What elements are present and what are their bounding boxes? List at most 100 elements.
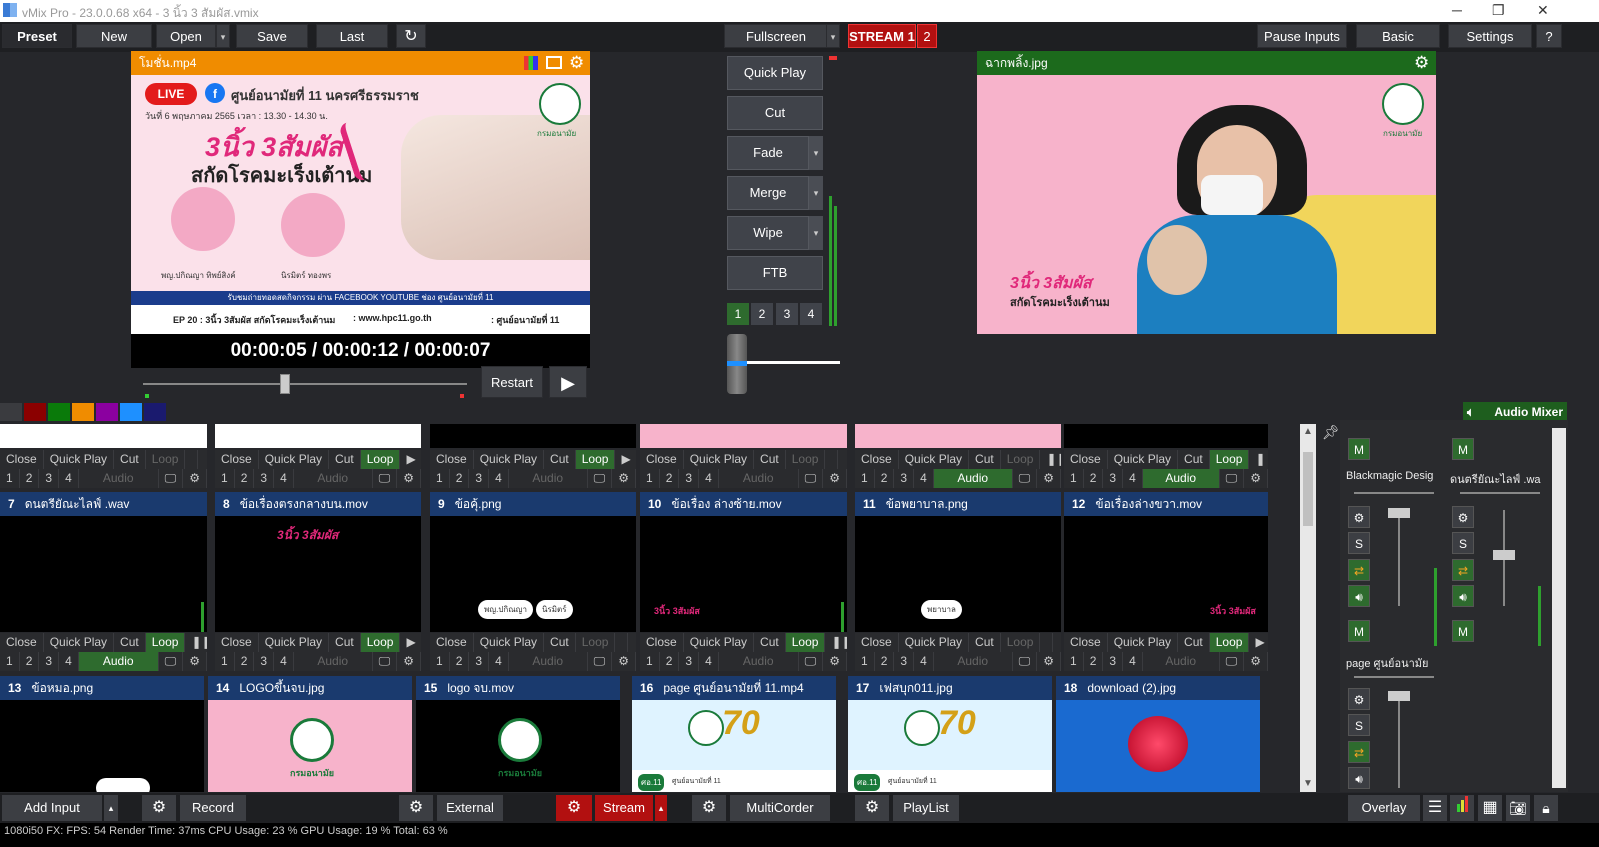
input-header[interactable]: 18 download (2).jpg <box>1056 676 1260 700</box>
overlay-1-button[interactable]: 1 <box>0 469 20 488</box>
overlay-3-button[interactable]: 3 <box>679 652 700 671</box>
overlay-4-button[interactable]: 4 <box>699 469 719 488</box>
overlay-1-button[interactable]: 1 <box>430 469 450 488</box>
audio-button[interactable]: Audio <box>294 469 373 488</box>
multicorder-settings-icon[interactable]: ⚙ <box>692 795 726 821</box>
ch1-bus-icon[interactable]: ⇄ <box>1348 559 1370 581</box>
overlay-3-button[interactable]: 3 <box>1103 469 1124 488</box>
audio-button[interactable]: Audio <box>933 469 1013 488</box>
input-header[interactable]: 15 logo จบ.mov <box>416 676 620 700</box>
pause-icon[interactable]: ❚❚ <box>1040 450 1061 469</box>
merge-dropdown-icon[interactable]: ▾ <box>809 176 823 210</box>
input-tile-12[interactable]: 12 ข้อเรื่องล่างขวา.mov 3นิ้ว 3สัมผัส Close… <box>1064 492 1268 672</box>
pause-icon[interactable]: ❚❚ <box>825 633 847 652</box>
cut-button[interactable]: Cut <box>754 450 786 469</box>
input-tile-8[interactable]: 8 ข้อเรื่องตรงกลางบน.mov 3นิ้ว 3สัมผัส Clos… <box>215 492 421 672</box>
pause-icon[interactable]: ❚❚ <box>185 633 207 652</box>
pause-inputs-button[interactable]: Pause Inputs <box>1257 24 1347 48</box>
transition-page-2[interactable]: 2 <box>751 303 773 325</box>
loop-button[interactable]: Loop <box>360 633 401 652</box>
cut-button[interactable]: Cut <box>1178 450 1210 469</box>
pin-icon[interactable]: 📌︎ <box>1322 424 1340 444</box>
monitor-icon[interactable]: 🖵︎ <box>159 652 184 671</box>
overlay-4-button[interactable]: 4 <box>59 469 79 488</box>
ch3-bus-icon[interactable]: ⇄ <box>1348 741 1370 763</box>
cut-button[interactable]: Cut <box>114 450 146 469</box>
close-button[interactable]: ✕ <box>1537 2 1549 19</box>
audio-mixer-tab[interactable]: 🔈︎ Audio Mixer <box>1463 402 1567 422</box>
close-button[interactable]: Close <box>640 633 684 652</box>
overlay-4-button[interactable]: 4 <box>59 652 79 671</box>
cut-button[interactable]: Cut <box>544 633 576 652</box>
ch1-fader-track[interactable] <box>1398 510 1400 606</box>
tile-gear-icon[interactable]: ⚙ <box>397 652 421 671</box>
stream-indicator-2[interactable]: 2 <box>917 24 937 48</box>
close-button[interactable]: Close <box>640 450 684 469</box>
input-tile-14[interactable]: 14 LOGOขึ้นจบ.jpg กรมอนามัย <box>208 676 412 792</box>
ch2-fader-handle[interactable] <box>1493 550 1515 560</box>
playlist-settings-icon[interactable]: ⚙ <box>855 795 889 821</box>
quick-play-button[interactable]: Quick Play <box>259 450 330 469</box>
quick-play-button[interactable]: Quick Play <box>684 633 755 652</box>
loop-button[interactable]: Loop <box>786 450 826 469</box>
input-tile-9[interactable]: 9 ข้อคุ้.png พญ.ปกิณญา นิรมิตร์ Close Quick P… <box>430 492 636 672</box>
preset-button[interactable]: Preset <box>2 24 72 48</box>
input-header[interactable]: 11 ข้อพยาบาล.png <box>855 492 1061 516</box>
monitor-icon[interactable]: 🖵︎ <box>1220 469 1245 488</box>
loop-button[interactable]: Loop <box>785 633 826 652</box>
grid-icon[interactable]: ▦ <box>1478 795 1502 821</box>
input-header[interactable]: 12 ข้อเรื่องล่างขวา.mov <box>1064 492 1268 516</box>
scrollbar-thumb[interactable] <box>1303 452 1313 526</box>
overlay-1-button[interactable]: 1 <box>430 652 450 671</box>
overlay-2-button[interactable]: 2 <box>20 469 40 488</box>
preview-screen[interactable]: LIVE f ศูนย์อนามัยที่ 11 นครศรีธรรมราช ว… <box>131 75 590 334</box>
input-header[interactable]: 7 ดนตรียัณะไลฟ์ .wav <box>0 492 207 516</box>
audio-button[interactable]: Audio <box>719 652 799 671</box>
audio-button[interactable]: Audio <box>78 652 159 671</box>
add-input-button[interactable]: Add Input <box>2 795 102 821</box>
close-button[interactable]: Close <box>215 633 259 652</box>
ch1-solo-button[interactable]: S <box>1348 532 1370 554</box>
overlay-3-button[interactable]: 3 <box>39 652 60 671</box>
tile-gear-icon[interactable]: ⚙ <box>823 469 847 488</box>
overlay-2-button[interactable]: 2 <box>20 652 40 671</box>
play-icon[interactable]: ▶ <box>400 633 421 652</box>
ch3-fader-handle[interactable] <box>1388 691 1410 701</box>
scrubber-handle[interactable] <box>280 374 290 394</box>
basic-button[interactable]: Basic <box>1356 24 1440 48</box>
mixer-scrollbar[interactable] <box>1552 428 1566 788</box>
loop-button[interactable]: Loop <box>576 633 616 652</box>
playlist-button[interactable]: PlayList <box>893 795 959 821</box>
audio-button[interactable]: Audio <box>509 469 588 488</box>
overlay-4-button[interactable]: 4 <box>914 469 934 488</box>
monitor-icon[interactable]: 🖵︎ <box>1013 652 1038 671</box>
gear-icon[interactable]: ⚙ <box>569 51 584 75</box>
ch1-mute-button[interactable]: M <box>1348 620 1370 642</box>
input-tile-10[interactable]: 10 ข้อเรื่อง ล่างซ้าย.mov 3นิ้ว 3สัมผัส Clo… <box>640 492 847 672</box>
stream-button[interactable]: Stream <box>595 795 653 821</box>
loop-button[interactable]: Loop <box>575 450 616 469</box>
close-button[interactable]: Close <box>430 450 474 469</box>
play-icon[interactable]: ▶ <box>615 450 636 469</box>
ch3-fader-track[interactable] <box>1398 692 1400 788</box>
open-button[interactable]: Open <box>156 24 216 48</box>
cut-button[interactable]: Cut <box>727 96 823 130</box>
tile-gear-icon[interactable]: ⚙ <box>1244 469 1268 488</box>
ch2-mute-button[interactable]: M <box>1452 620 1474 642</box>
quick-play-button[interactable]: Quick Play <box>727 56 823 90</box>
overlay-2-button[interactable]: 2 <box>1084 652 1104 671</box>
overlay-3-button[interactable]: 3 <box>1103 652 1124 671</box>
window-icon[interactable] <box>546 56 562 69</box>
stream-settings-icon[interactable]: ⚙ <box>556 795 592 821</box>
stream-indicator-1[interactable]: STREAM 1 <box>848 24 916 48</box>
audio-button[interactable]: Audio <box>719 469 799 488</box>
lock-icon[interactable]: 🔒︎ <box>1534 795 1558 821</box>
tile-gear-icon[interactable]: ⚙ <box>1244 652 1268 671</box>
overlay-3-button[interactable]: 3 <box>894 469 915 488</box>
input-tile-13[interactable]: 13 ข้อหมอ.png <box>0 676 204 792</box>
pause-icon[interactable]: ❚❚ <box>1249 450 1268 469</box>
new-button[interactable]: New <box>76 24 152 48</box>
overlay-1-button[interactable]: 1 <box>215 652 235 671</box>
overlay-2-button[interactable]: 2 <box>450 469 470 488</box>
overlay-1-button[interactable]: 1 <box>1064 469 1084 488</box>
